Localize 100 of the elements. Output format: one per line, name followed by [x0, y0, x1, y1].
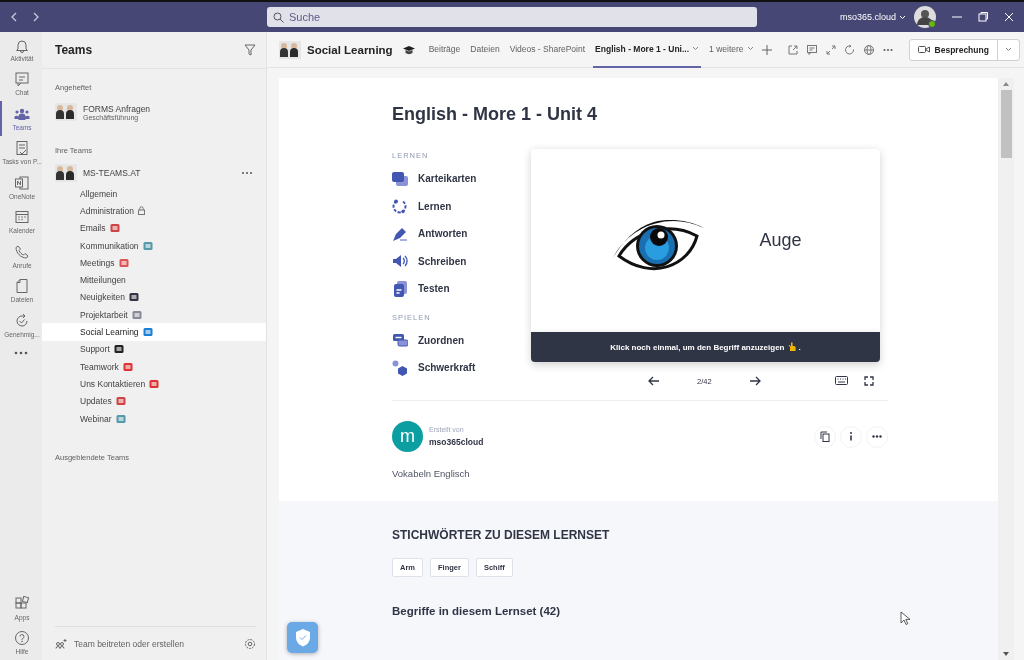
study-mode-link[interactable]: Karteikarten	[392, 165, 531, 193]
forward-icon[interactable]	[32, 12, 40, 22]
tags-heading: STICHWÖRTER ZU DIESEM LERNSET	[392, 528, 611, 542]
security-button[interactable]	[287, 622, 318, 653]
channel-name: Updates	[80, 396, 112, 407]
info-button[interactable]	[840, 425, 862, 448]
channel-item[interactable]: Support	[42, 340, 266, 358]
settings-icon[interactable]	[244, 637, 256, 650]
copy-button[interactable]	[814, 425, 836, 448]
arrow-right-icon[interactable]	[748, 376, 761, 386]
terms-heading: Begriffe in diesem Lernset (42)	[392, 605, 562, 617]
circular-arrows-icon	[392, 198, 408, 215]
study-mode-link[interactable]: Zuordnen	[392, 326, 531, 354]
creator-name[interactable]: mso365cloud	[429, 437, 484, 447]
study-mode-link[interactable]: Antworten	[392, 220, 531, 248]
channel-item[interactable]: Webinar	[42, 409, 266, 428]
cursor-icon	[900, 611, 910, 625]
scrollbar-thumb[interactable]	[1000, 90, 1012, 158]
emoji-icon	[128, 292, 139, 303]
caret-icon	[692, 46, 700, 51]
shield-icon	[294, 628, 311, 647]
channel-item[interactable]: Projektarbeit	[42, 306, 266, 324]
phone-icon	[14, 243, 30, 260]
study-mode-link[interactable]: Testen	[392, 275, 531, 303]
emoji-icon	[149, 378, 160, 389]
match-cards-icon	[392, 332, 408, 349]
team-name[interactable]: MS-TEAMS.AT	[83, 168, 141, 178]
filter-icon[interactable]	[244, 44, 256, 56]
join-team-link[interactable]: Team beitreten oder erstellen	[74, 638, 237, 649]
channel-name: Emails	[80, 223, 106, 234]
channel-item[interactable]: Social Learning	[42, 323, 266, 341]
channel-title: Social Learning	[307, 43, 393, 56]
channel-tab[interactable]: English - More 1 - Uni...	[593, 31, 702, 68]
channel-item[interactable]: Administration	[42, 202, 266, 220]
study-mode-link[interactable]: Lernen	[392, 192, 531, 220]
channel-tab[interactable]: Dateien	[468, 31, 502, 68]
creator-avatar: m	[392, 421, 423, 452]
team-avatar-icon	[55, 164, 77, 182]
emoji-icon	[118, 257, 129, 268]
emoji-icon	[113, 344, 124, 355]
channel-tab[interactable]: 1 weitere	[707, 31, 756, 68]
expand-icon[interactable]	[825, 44, 836, 55]
emoji-icon	[142, 327, 153, 337]
chat-icon	[14, 71, 30, 88]
arrow-left-icon[interactable]	[648, 376, 660, 386]
channel-tab[interactable]: Videos - SharePoint	[507, 31, 588, 68]
channel-item[interactable]: Teamwork	[42, 357, 266, 376]
channel-item[interactable]: Meetings	[42, 254, 266, 272]
flashcard[interactable]: Auge	[531, 149, 880, 332]
pointing-hand-icon	[787, 342, 796, 352]
user-avatar-icon[interactable]	[914, 6, 936, 28]
channel-item[interactable]: Updates	[42, 392, 266, 410]
back-icon[interactable]	[10, 12, 18, 22]
scrollbar[interactable]	[998, 78, 1014, 660]
scroll-up-icon	[1003, 82, 1009, 86]
globe-icon[interactable]	[863, 44, 874, 55]
fullscreen-icon[interactable]	[864, 376, 874, 386]
more-button[interactable]	[866, 425, 888, 448]
sidebar-title: Teams	[55, 43, 93, 57]
add-icon[interactable]	[761, 44, 772, 55]
conversation-icon[interactable]	[806, 44, 817, 55]
pop-out-icon[interactable]	[787, 44, 798, 55]
reload-icon[interactable]	[844, 44, 855, 55]
caret-icon	[1004, 47, 1012, 52]
channel-item[interactable]: Allgemein	[42, 185, 266, 203]
more-icon[interactable]	[241, 171, 253, 175]
checklist-icon	[14, 140, 30, 157]
emoji-icon	[142, 240, 153, 251]
maximize-icon[interactable]	[978, 12, 988, 22]
channel-name: Allgemein	[80, 188, 118, 199]
study-mode-link[interactable]: Schreiben	[392, 247, 531, 275]
speaker-icon	[392, 253, 408, 270]
more-icon[interactable]	[14, 350, 28, 355]
search-icon	[273, 11, 284, 23]
channel-item[interactable]: Neuigkeiten	[42, 288, 266, 307]
channel-name: Teamwork	[80, 361, 119, 372]
lock-icon	[137, 206, 145, 216]
copy-icon	[820, 431, 830, 442]
channel-item[interactable]: Kommunikation	[42, 236, 266, 255]
channel-item[interactable]: Uns Kontaktieren	[42, 375, 266, 393]
more-icon	[872, 435, 882, 438]
notebook-icon	[14, 174, 30, 191]
study-mode-link[interactable]: Schwerkraft	[392, 354, 531, 382]
emoji-icon	[122, 361, 133, 372]
caret-icon	[899, 14, 906, 20]
team-avatar-icon	[55, 103, 77, 121]
channel-name: Administration	[80, 205, 134, 216]
add-team-icon	[55, 638, 67, 649]
hint-period: .	[798, 342, 801, 352]
keyboard-icon[interactable]	[835, 376, 848, 385]
more-icon[interactable]	[882, 47, 893, 52]
account-name[interactable]: mso365.cloud	[839, 12, 896, 22]
close-icon[interactable]	[1004, 12, 1014, 22]
channel-tab[interactable]: Beiträge	[426, 31, 463, 68]
channel-name: Support	[80, 344, 110, 355]
search-field[interactable]: Suche	[267, 7, 757, 27]
emoji-icon	[131, 309, 142, 320]
channel-item[interactable]: Mitteilungen	[42, 271, 266, 289]
channel-item[interactable]: Emails	[42, 219, 266, 237]
caret-icon	[746, 46, 754, 51]
